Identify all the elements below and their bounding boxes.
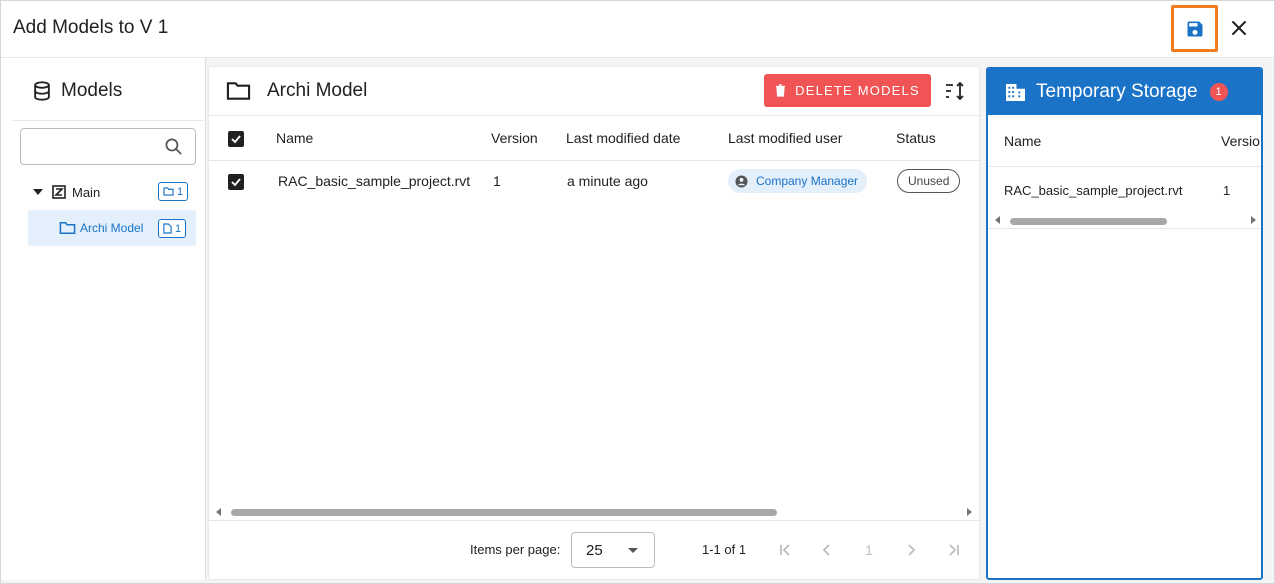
delete-models-label: DELETE MODELS <box>795 83 920 98</box>
previous-page-button[interactable] <box>816 539 838 561</box>
storage-title: Temporary Storage <box>1036 81 1198 102</box>
temporary-storage-panel: Temporary Storage 1 Name Versio RAC_basi… <box>986 67 1263 580</box>
sidebar-title-label: Models <box>61 80 123 101</box>
storage-count-badge: 1 <box>1209 83 1228 101</box>
pagination-range: 1-1 of 1 <box>702 542 747 557</box>
items-per-page-value: 25 <box>586 541 603 559</box>
cell-version: 1 <box>1223 183 1231 198</box>
tree-item-badge: 1 <box>158 219 187 238</box>
horizontal-scrollbar[interactable] <box>209 504 979 520</box>
folder-icon <box>59 222 76 234</box>
first-page-icon <box>780 544 790 556</box>
column-header-version[interactable]: Version <box>491 130 538 146</box>
scroll-right-arrow[interactable] <box>1251 216 1256 224</box>
scrollbar-thumb[interactable] <box>231 509 777 516</box>
page-number[interactable]: 1 <box>858 539 880 561</box>
search-input[interactable] <box>29 135 159 159</box>
search-icon[interactable] <box>164 137 183 156</box>
footer-divider <box>209 520 979 521</box>
check-icon <box>231 135 241 144</box>
z-box-icon <box>52 185 66 199</box>
storage-header-divider <box>988 166 1261 167</box>
items-per-page-label: Items per page: <box>470 542 561 557</box>
models-table-panel: Archi Model DELETE MODELS Name Version L… <box>209 67 979 579</box>
storage-header: Temporary Storage 1 <box>988 69 1261 115</box>
tree-item-badge-count: 1 <box>175 222 182 235</box>
column-header-status[interactable]: Status <box>896 130 936 146</box>
sort-icon[interactable] <box>943 79 967 103</box>
delete-models-button[interactable]: DELETE MODELS <box>764 74 931 107</box>
scroll-right-arrow[interactable] <box>967 508 972 516</box>
sidebar-title: Models <box>31 80 122 102</box>
scrollbar-thumb[interactable] <box>1010 218 1167 225</box>
models-sidebar: Models Main 1 Archi Model 1 <box>1 58 206 580</box>
user-chip-label: Company Manager <box>756 174 859 188</box>
first-page-button[interactable] <box>774 539 796 561</box>
column-header-name[interactable]: Name <box>1004 133 1041 149</box>
add-models-dialog: Add Models to V 1 Models Main 1 Archi Mo… <box>0 0 1275 584</box>
user-circle-icon <box>735 174 748 188</box>
select-all-checkbox[interactable] <box>228 131 244 147</box>
panel-header-divider <box>209 115 979 116</box>
database-icon <box>34 81 50 101</box>
scroll-left-arrow[interactable] <box>216 508 221 516</box>
folder-icon <box>163 187 174 196</box>
tree-item-badge: 1 <box>158 182 189 201</box>
building-icon <box>1006 83 1025 101</box>
cell-name: RAC_basic_sample_project.rvt <box>278 173 471 189</box>
caret-down-icon[interactable] <box>33 187 43 197</box>
last-page-icon <box>949 544 959 556</box>
cell-version: 1 <box>493 173 501 189</box>
user-chip: Company Manager <box>728 169 868 193</box>
horizontal-scrollbar[interactable] <box>988 213 1261 229</box>
row-checkbox[interactable] <box>228 174 244 190</box>
dialog-header: Add Models to V 1 <box>1 1 1274 58</box>
search-field[interactable] <box>20 128 196 165</box>
trash-icon <box>776 84 786 97</box>
last-page-button[interactable] <box>943 539 965 561</box>
chevron-right-icon <box>908 544 916 556</box>
tree-item-label: Main <box>72 184 101 200</box>
next-page-button[interactable] <box>900 539 922 561</box>
status-badge: Unused <box>897 169 961 193</box>
dialog-title: Add Models to V 1 <box>13 17 169 38</box>
tree-item-main[interactable]: Main 1 <box>31 180 191 204</box>
folder-icon <box>226 82 251 100</box>
panel-title-label: Archi Model <box>267 80 368 101</box>
tree-item-archi-model[interactable]: Archi Model 1 <box>28 210 196 246</box>
floppy-disk-icon <box>1187 21 1202 36</box>
cell-modified-date: a minute ago <box>567 173 648 189</box>
column-header-modified-date[interactable]: Last modified date <box>566 130 680 146</box>
scroll-left-arrow[interactable] <box>995 216 1000 224</box>
check-icon <box>231 178 241 187</box>
close-button[interactable] <box>1223 12 1255 44</box>
cell-name: RAC_basic_sample_project.rvt <box>1004 183 1183 198</box>
column-header-version[interactable]: Versio <box>1221 133 1260 149</box>
chevron-left-icon <box>822 544 830 556</box>
column-header-modified-user[interactable]: Last modified user <box>728 130 842 146</box>
column-header-name[interactable]: Name <box>276 130 313 146</box>
save-button[interactable] <box>1171 5 1218 52</box>
file-icon <box>163 223 172 234</box>
tree-item-label: Archi Model <box>80 221 144 235</box>
close-icon <box>1232 21 1246 35</box>
caret-down-icon <box>628 548 638 553</box>
sidebar-divider <box>13 120 203 121</box>
table-header-divider <box>209 160 979 161</box>
panel-title: Archi Model <box>226 80 367 102</box>
tree-item-badge-count: 1 <box>177 185 184 198</box>
items-per-page-select[interactable]: 25 <box>571 532 655 568</box>
